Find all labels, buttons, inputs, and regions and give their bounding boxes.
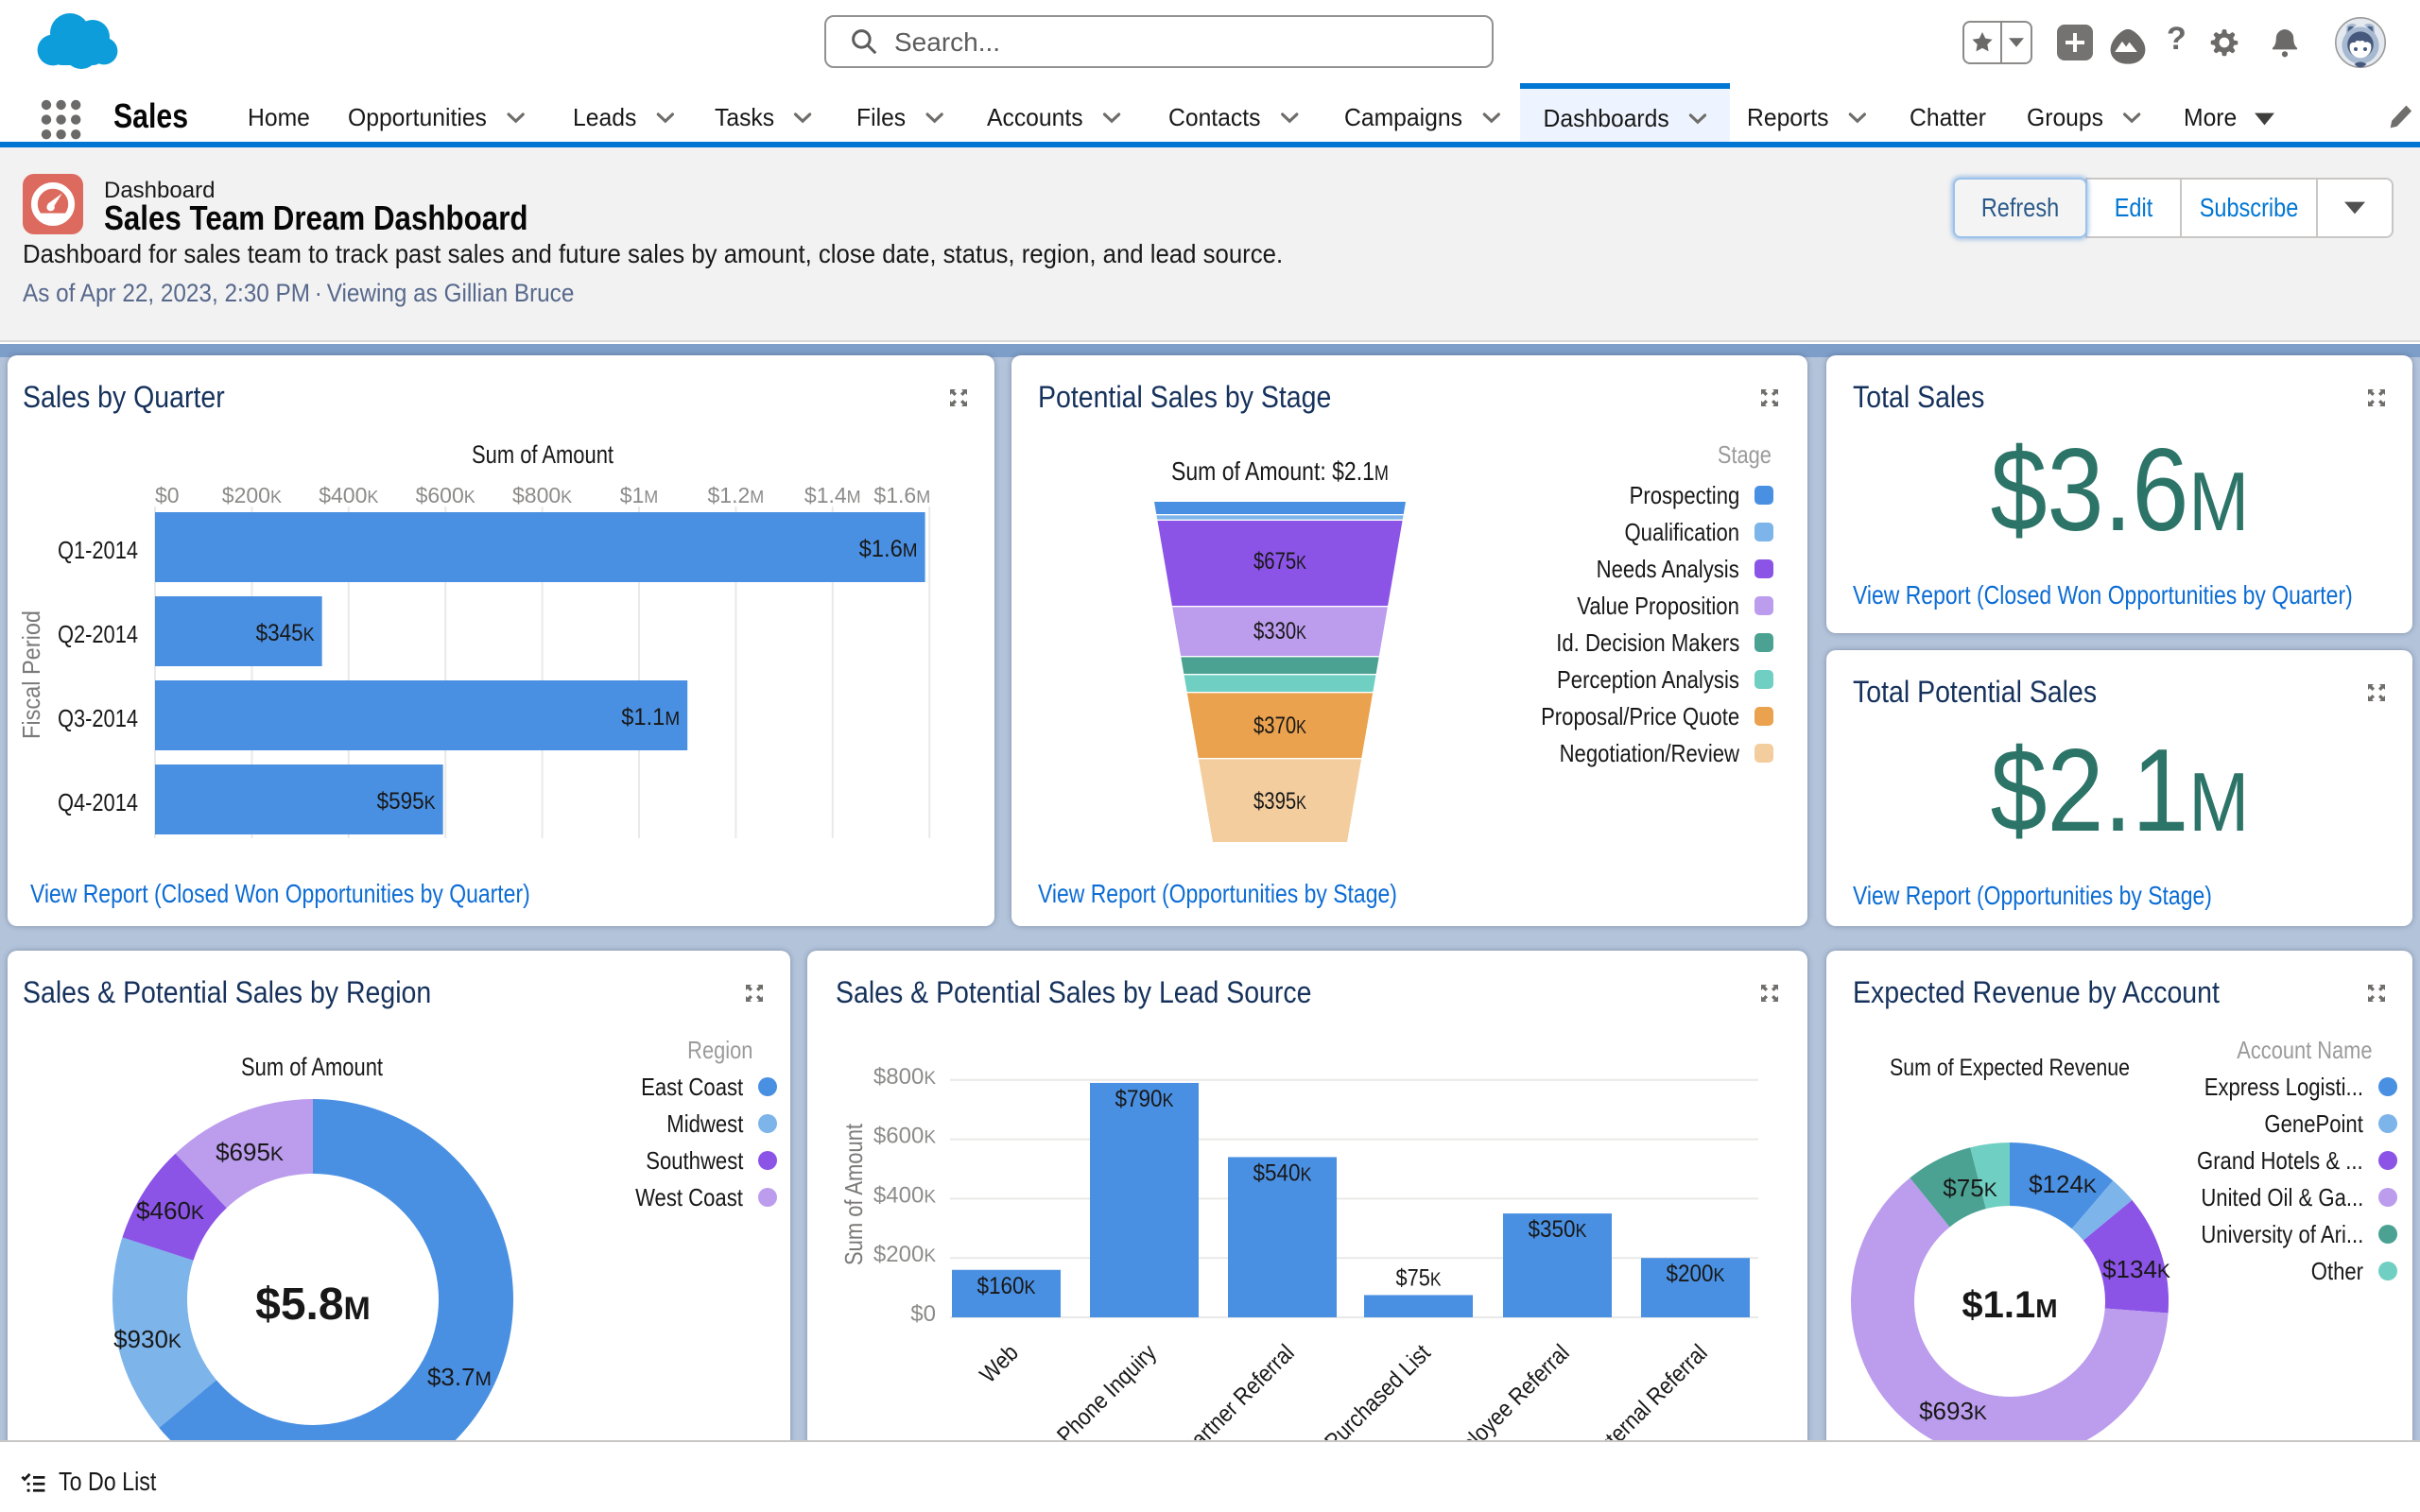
svg-text:Web: Web [975,1339,1024,1388]
svg-text:$75K: $75K [1396,1264,1443,1291]
svg-text:$675K: $675K [1253,548,1307,575]
svg-text:$600K: $600K [416,483,475,507]
svg-text:Fiscal Period: Fiscal Period [17,610,45,739]
svg-text:$600K: $600K [873,1124,936,1149]
svg-text:$400K: $400K [319,483,378,507]
svg-text:Q4-2014: Q4-2014 [58,788,138,816]
svg-text:$1M: $1M [620,483,659,507]
svg-text:$1.1M: $1.1M [1962,1284,2057,1326]
svg-text:$1.2M: $1.2M [708,483,765,507]
svg-text:$330K: $330K [1253,618,1307,644]
svg-text:$790K: $790K [1115,1086,1175,1112]
svg-text:$0: $0 [910,1301,936,1327]
svg-text:Sum of Amount: $2.1M: Sum of Amount: $2.1M [1171,456,1389,486]
svg-text:$5.8M: $5.8M [255,1280,371,1330]
svg-text:$400K: $400K [873,1182,936,1208]
svg-text:$1.1M: $1.1M [621,704,680,730]
svg-text:Q2-2014: Q2-2014 [58,620,138,648]
svg-text:$1.6M: $1.6M [859,536,918,562]
svg-text:Q1-2014: Q1-2014 [58,536,138,564]
svg-text:$540K: $540K [1253,1160,1313,1186]
svg-text:$370K: $370K [1253,713,1307,739]
svg-text:$0: $0 [155,483,180,507]
svg-text:$200K: $200K [1667,1261,1726,1287]
svg-text:Sum of Amount: Sum of Amount [839,1123,868,1265]
svg-text:$345K: $345K [256,620,316,646]
svg-text:$200K: $200K [222,483,282,507]
svg-text:Sum of Amount: Sum of Amount [472,440,614,469]
svg-text:Purchased List: Purchased List [1320,1339,1436,1455]
svg-text:$200K: $200K [873,1242,936,1267]
svg-text:$350K: $350K [1529,1216,1588,1243]
svg-text:$1.4M: $1.4M [804,483,861,507]
svg-text:$160K: $160K [977,1273,1037,1299]
svg-text:Phone Inquiry: Phone Inquiry [1052,1339,1162,1449]
svg-text:$800K: $800K [512,483,572,507]
svg-text:Sum of Amount: Sum of Amount [241,1053,383,1081]
svg-text:$800K: $800K [873,1064,936,1090]
svg-text:$395K: $395K [1253,788,1307,815]
svg-text:Q3-2014: Q3-2014 [58,704,138,732]
svg-text:Sum of Expected Revenue: Sum of Expected Revenue [1890,1055,2130,1081]
svg-text:$1.6M: $1.6M [873,483,930,507]
svg-text:$595K: $595K [377,788,437,815]
